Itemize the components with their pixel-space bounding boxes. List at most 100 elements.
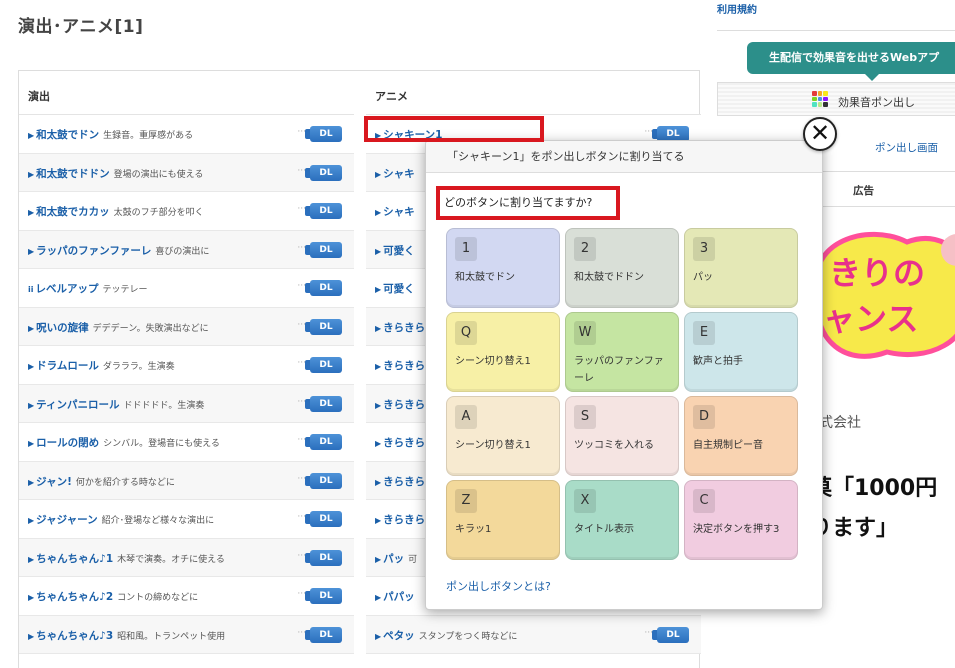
close-icon[interactable]: ✕ bbox=[803, 117, 837, 151]
sound-title[interactable]: ▶ 呪いの旋律 デデデーン。失敗演出などに bbox=[28, 320, 209, 335]
sound-title[interactable]: ▶ ドラムロール ダラララ。生演奏 bbox=[28, 358, 175, 373]
pon-key-d[interactable]: D 自主規制ピー音 bbox=[684, 396, 798, 476]
play-icon[interactable]: ▶ bbox=[28, 593, 34, 602]
download-button[interactable]: DL bbox=[305, 318, 342, 335]
sound-title[interactable]: ▶ シャキ bbox=[375, 204, 419, 219]
pon-key-3[interactable]: 3 パッ bbox=[684, 228, 798, 308]
download-button[interactable]: DL bbox=[305, 164, 342, 181]
sound-title[interactable]: ▶ ジャジャーン 紹介･登場など様々な演出に bbox=[28, 512, 214, 527]
play-icon[interactable]: ▶ bbox=[375, 632, 381, 641]
ad-headline-1[interactable]: 菓「1000円 bbox=[810, 470, 937, 502]
sound-title[interactable]: ▶ きらきら bbox=[375, 512, 429, 527]
sound-title[interactable]: ▶ ちゃんちゃん♪3 昭和風。トランペット使用 bbox=[28, 628, 225, 643]
sound-title[interactable]: ▶ ロールの閉め シンバル。登場音にも使える bbox=[28, 435, 220, 450]
download-button[interactable]: DL bbox=[305, 395, 342, 412]
download-button[interactable]: DL bbox=[305, 511, 342, 527]
sound-title[interactable]: ▶ きらきら bbox=[375, 320, 429, 335]
divider bbox=[717, 30, 955, 31]
live-app-banner[interactable]: 生配信で効果音を出せるWebアプ bbox=[747, 42, 955, 74]
sound-title[interactable]: ▶ パッ可 bbox=[375, 551, 417, 566]
pon-key-a[interactable]: A シーン切り替え1 bbox=[446, 396, 560, 476]
play-icon[interactable]: ▶ bbox=[375, 439, 381, 448]
play-icon[interactable]: ▶ bbox=[28, 516, 34, 525]
download-button[interactable]: DL bbox=[305, 434, 342, 450]
sound-title[interactable]: ▶ ちゃんちゃん♪2 コントの締めなどに bbox=[28, 589, 198, 604]
sound-title[interactable]: ▶ 和太鼓でドドン 登場の演出にも使える bbox=[28, 166, 203, 181]
pon-key-z[interactable]: Z キラッ1 bbox=[446, 480, 560, 560]
pon-key-s[interactable]: S ツッコミを入れる bbox=[565, 396, 679, 476]
pon-key-w[interactable]: W ラッパのファンファーレ bbox=[565, 312, 679, 392]
ad-headline-2[interactable]: ります」 bbox=[810, 510, 898, 542]
play-icon[interactable]: ▶ bbox=[375, 285, 381, 294]
download-button[interactable]: DL bbox=[305, 241, 342, 258]
key-letter: W bbox=[574, 321, 596, 345]
play-icon[interactable]: ▶ bbox=[28, 401, 34, 410]
download-button[interactable]: DL bbox=[305, 357, 342, 373]
play-icon[interactable]: ▶ bbox=[375, 593, 381, 602]
play-icon[interactable]: ▶ bbox=[375, 516, 381, 525]
anime-column-header: アニメ bbox=[366, 71, 701, 115]
sound-title[interactable]: ▶ シャキ bbox=[375, 166, 419, 181]
key-label: ラッパのファンファーレ bbox=[574, 356, 664, 384]
sound-title[interactable]: ▶ きらきら bbox=[375, 358, 429, 373]
sound-title[interactable]: ii レベルアップ テッテレー bbox=[28, 281, 148, 296]
pon-key-e[interactable]: E 歓声と拍手 bbox=[684, 312, 798, 392]
sound-title[interactable]: ▶ きらきら bbox=[375, 474, 429, 489]
download-button[interactable]: DL bbox=[305, 472, 342, 489]
play-icon[interactable]: ▶ bbox=[375, 478, 381, 487]
download-button[interactable]: DL bbox=[305, 203, 342, 219]
key-label: 和太鼓でドン bbox=[455, 272, 515, 283]
play-icon[interactable]: ▶ bbox=[375, 362, 381, 371]
play-icon[interactable]: ▶ bbox=[375, 208, 381, 217]
sound-title[interactable]: ▶ 和太鼓でカカッ 太鼓のフチ部分を叩く bbox=[28, 204, 204, 219]
pon-key-x[interactable]: X タイトル表示 bbox=[565, 480, 679, 560]
play-icon[interactable]: ▶ bbox=[28, 131, 34, 140]
play-icon[interactable]: ▶ bbox=[375, 324, 381, 333]
play-icon[interactable]: ▶ bbox=[28, 247, 34, 256]
play-icon[interactable]: ▶ bbox=[28, 170, 34, 179]
play-icon[interactable]: ▶ bbox=[28, 555, 34, 564]
pon-key-2[interactable]: 2 和太鼓でドドン bbox=[565, 228, 679, 308]
sound-title[interactable]: ▶ ティンパニロール ドドドドド。生演奏 bbox=[28, 397, 204, 412]
sound-row: ▶ ラッパのファンファーレ 喜びの演出に ··· DL bbox=[19, 230, 354, 269]
download-button[interactable]: DL bbox=[305, 626, 342, 643]
play-icon[interactable]: ▶ bbox=[375, 401, 381, 410]
download-button[interactable]: DL bbox=[305, 549, 342, 566]
pon-screen-link[interactable]: ポン出し画面 bbox=[875, 140, 938, 155]
download-button[interactable]: DL bbox=[652, 626, 689, 643]
sound-title[interactable]: ▶ パパッ bbox=[375, 589, 419, 604]
play-icon[interactable]: ▶ bbox=[28, 439, 34, 448]
play-icon[interactable]: ▶ bbox=[28, 208, 34, 217]
download-button[interactable]: DL bbox=[305, 280, 342, 296]
play-icon[interactable]: ▶ bbox=[375, 247, 381, 256]
key-letter: E bbox=[693, 321, 715, 345]
pon-key-c[interactable]: C 決定ボタンを押す3 bbox=[684, 480, 798, 560]
sound-title[interactable]: ▶ ジャン! 何かを紹介する時などに bbox=[28, 474, 175, 489]
play-icon[interactable]: ii bbox=[28, 285, 33, 294]
play-icon[interactable]: ▶ bbox=[375, 170, 381, 179]
ad-image[interactable]: きりの ャンス bbox=[807, 222, 955, 372]
sound-title[interactable]: ▶ 可愛く bbox=[375, 281, 419, 296]
key-label: 決定ボタンを押す3 bbox=[693, 524, 780, 535]
download-button[interactable]: DL bbox=[305, 588, 342, 604]
download-button[interactable]: DL bbox=[305, 126, 342, 142]
terms-link[interactable]: 利用規約 bbox=[717, 1, 757, 16]
play-icon[interactable]: ▶ bbox=[28, 324, 34, 333]
sound-desc: 木琴で演奏。オチに使える bbox=[117, 554, 225, 565]
what-is-pon-link[interactable]: ポン出しボタンとは? bbox=[446, 578, 551, 594]
pon-key-q[interactable]: Q シーン切り替え1 bbox=[446, 312, 560, 392]
sound-title[interactable]: ▶ ペタッ スタンプをつく時などに bbox=[375, 628, 517, 643]
play-icon[interactable]: ▶ bbox=[28, 478, 34, 487]
key-label: シーン切り替え1 bbox=[455, 356, 531, 367]
pon-key-1[interactable]: 1 和太鼓でドン bbox=[446, 228, 560, 308]
sound-title[interactable]: ▶ 和太鼓でドン 生録音。重厚感がある bbox=[28, 127, 193, 142]
pon-dashi-box[interactable]: 効果音ポン出し bbox=[717, 82, 955, 116]
sound-title[interactable]: ▶ 可愛く bbox=[375, 243, 419, 258]
sound-title[interactable]: ▶ ちゃんちゃん♪1 木琴で演奏。オチに使える bbox=[28, 551, 225, 566]
sound-title[interactable]: ▶ きらきら bbox=[375, 435, 429, 450]
play-icon[interactable]: ▶ bbox=[28, 632, 34, 641]
sound-title[interactable]: ▶ ラッパのファンファーレ 喜びの演出に bbox=[28, 243, 209, 258]
sound-title[interactable]: ▶ きらきら bbox=[375, 397, 429, 412]
play-icon[interactable]: ▶ bbox=[375, 555, 381, 564]
play-icon[interactable]: ▶ bbox=[28, 362, 34, 371]
